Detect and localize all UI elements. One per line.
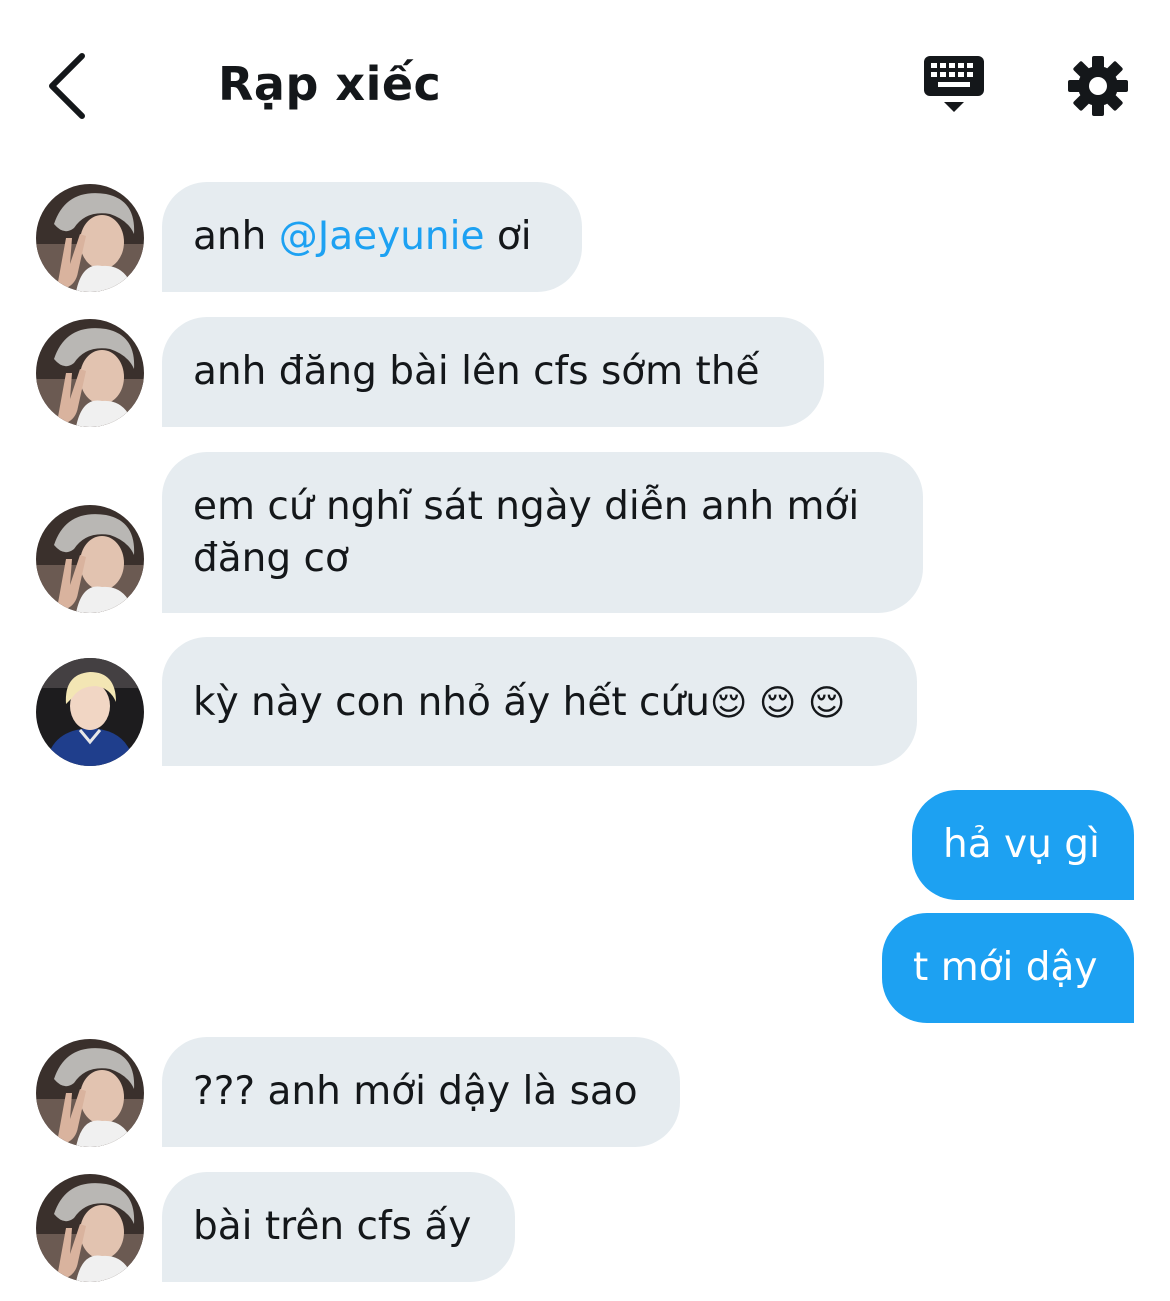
chat-header: Rạp xiếc [0, 0, 1170, 170]
incoming-message[interactable]: bài trên cfs ấy [162, 1172, 515, 1282]
incoming-message[interactable]: anh đăng bài lên cfs sớm thế [162, 317, 824, 427]
incoming-message[interactable]: ??? anh mới dậy là sao [162, 1037, 680, 1147]
blonde-user-avatar [36, 658, 144, 766]
sender-avatar[interactable] [36, 184, 144, 292]
gray-hair-user-avatar [36, 505, 144, 613]
outgoing-message[interactable]: hả vụ gì [912, 790, 1134, 900]
settings-button[interactable] [1064, 52, 1132, 120]
relieved-face-emoji: 😌 😌 😌 [709, 683, 846, 724]
chevron-left-icon [49, 53, 85, 119]
sender-avatar[interactable] [36, 1174, 144, 1282]
message-text-line: em cứ nghĩ sát ngày diễn anh mới [193, 484, 860, 529]
message-text: bài trên cfs ấy [193, 1204, 472, 1249]
sender-avatar[interactable] [36, 505, 144, 613]
gear-icon [1068, 56, 1128, 116]
incoming-message[interactable]: anh @Jaeyunie ơi [162, 182, 582, 292]
gray-hair-user-avatar [36, 1174, 144, 1282]
incoming-message[interactable]: em cứ nghĩ sát ngày diễn anh mới đăng cơ [162, 452, 923, 613]
outgoing-message[interactable]: t mới dậy [882, 913, 1134, 1023]
gray-hair-user-avatar [36, 1039, 144, 1147]
message-text: t mới dậy [913, 945, 1098, 990]
sender-avatar[interactable] [36, 658, 144, 766]
back-button[interactable] [36, 46, 106, 126]
gray-hair-user-avatar [36, 319, 144, 427]
message-text: anh đăng bài lên cfs sớm thế [193, 349, 760, 394]
sender-avatar[interactable] [36, 1039, 144, 1147]
message-text: kỳ này con nhỏ ấy hết cứu [193, 680, 710, 725]
message-text-line: đăng cơ [193, 536, 349, 581]
conversation-title: Rạp xiếc [218, 57, 442, 111]
sender-avatar[interactable] [36, 319, 144, 427]
gray-hair-user-avatar [36, 184, 144, 292]
keyboard-icon [924, 56, 984, 112]
incoming-message[interactable]: kỳ này con nhỏ ấy hết cứu😌 😌 😌 [162, 637, 917, 766]
message-text: hả vụ gì [943, 822, 1100, 867]
message-text: ơi [484, 214, 532, 259]
user-mention-link[interactable]: @Jaeyunie [279, 214, 485, 259]
message-text: anh [193, 214, 279, 259]
keyboard-button[interactable] [918, 50, 990, 120]
message-text: ??? anh mới dậy là sao [193, 1069, 638, 1114]
